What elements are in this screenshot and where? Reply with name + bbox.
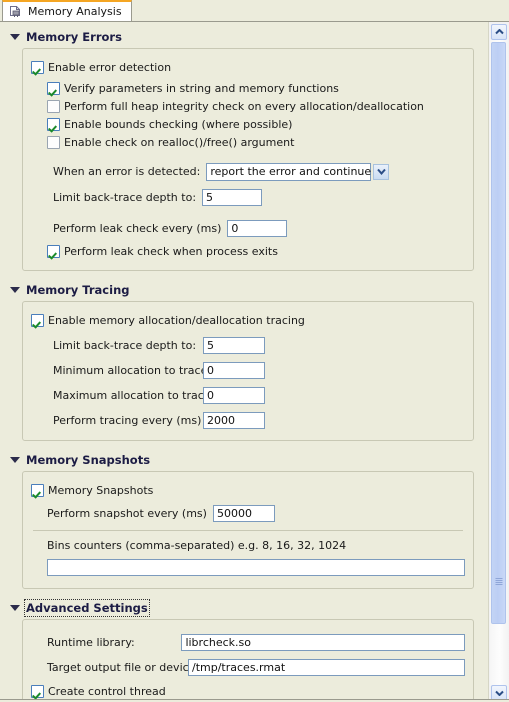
label-leak-check-every: Perform leak check every (ms) [53,222,222,235]
label-tracing-backtrace-depth: Limit back-trace depth to: [53,339,197,352]
row-tracing-backtrace-depth[interactable]: Limit back-trace depth to: 5 [31,335,465,356]
row-bins-input[interactable] [31,557,465,578]
checkbox-enable-snapshots[interactable] [31,483,44,497]
memory-analysis-icon [9,5,23,18]
row-realloc-free-check[interactable]: Enable check on realloc()/free() argumen… [31,133,465,151]
twisty-down-icon[interactable] [10,34,20,40]
checkbox-leak-check-exit[interactable] [47,244,60,258]
row-backtrace-depth[interactable]: Limit back-trace depth to: 5 [31,187,465,208]
vertical-scrollbar[interactable] [488,22,509,702]
row-verify-parameters[interactable]: Verify parameters in string and memory f… [31,79,465,97]
checkbox-verify-parameters[interactable] [47,81,60,95]
input-leak-check-every[interactable]: 0 [227,220,288,237]
divider [33,530,463,531]
row-tracing-every[interactable]: Perform tracing every (ms) 2000 [31,410,465,431]
label-enable-error-detection: Enable error detection [48,60,172,74]
group-advanced-settings: Runtime library: librcheck.so Target out… [22,619,474,702]
row-target-output[interactable]: Target output file or device: /tmp/trace… [31,657,465,678]
input-tracing-backtrace-depth[interactable]: 5 [203,337,265,354]
input-min-allocation[interactable]: 0 [203,362,265,379]
row-min-allocation[interactable]: Minimum allocation to trace: 0 [31,360,465,381]
select-on-error-action-value: report the error and continue [210,165,372,178]
label-on-error-action: When an error is detected: [53,165,201,178]
tab-label: Memory Analysis [28,5,122,18]
checkbox-enable-error-detection[interactable] [31,60,44,74]
checkbox-full-heap-integrity[interactable] [47,99,60,113]
input-target-output[interactable]: /tmp/traces.rmat [188,659,465,676]
twisty-down-icon[interactable] [10,457,20,463]
input-backtrace-depth[interactable]: 5 [202,189,263,206]
row-snapshot-every[interactable]: Perform snapshot every (ms) 50000 [31,503,465,524]
section-title-memory-snapshots: Memory Snapshots [26,452,151,467]
checkbox-bounds-checking[interactable] [47,117,60,131]
row-full-heap-integrity[interactable]: Perform full heap integrity check on eve… [31,97,465,115]
input-bins-counters[interactable] [47,559,465,576]
input-runtime-library[interactable]: librcheck.so [181,634,465,651]
label-bounds-checking: Enable bounds checking (where possible) [64,117,293,131]
row-max-allocation[interactable]: Maximum allocation to trace: 0 [31,385,465,406]
section-header-memory-tracing[interactable]: Memory Tracing [10,281,488,298]
label-verify-parameters: Verify parameters in string and memory f… [64,81,339,95]
label-full-heap-integrity: Perform full heap integrity check on eve… [64,99,424,113]
group-memory-errors: Enable error detection Verify parameters… [22,48,474,271]
scroll-up-button[interactable] [491,24,507,40]
row-bounds-checking[interactable]: Enable bounds checking (where possible) [31,115,465,133]
row-create-control-thread[interactable]: Create control thread [31,682,465,700]
section-title-memory-errors: Memory Errors [26,29,122,44]
twisty-down-icon[interactable] [10,287,20,293]
label-max-allocation: Maximum allocation to trace: [53,389,215,402]
twisty-down-icon[interactable] [10,605,20,611]
section-header-memory-errors[interactable]: Memory Errors [10,28,488,45]
settings-content: Memory Errors Enable error detection Ver… [0,21,509,702]
row-enable-error-detection[interactable]: Enable error detection [31,58,465,76]
label-leak-check-exit: Perform leak check when process exits [64,244,278,258]
label-runtime-library: Runtime library: [47,636,135,649]
checkbox-realloc-free-check[interactable] [47,135,60,149]
select-on-error-action[interactable]: report the error and continue [206,162,390,181]
row-leak-check-exit[interactable]: Perform leak check when process exits [31,242,465,260]
input-tracing-every[interactable]: 2000 [203,412,265,429]
label-backtrace-depth: Limit back-trace depth to: [53,191,197,204]
scrollbar-grip-icon [495,578,502,585]
memory-analysis-window: Memory Analysis Memory Errors Enable err… [0,0,509,702]
checkbox-enable-tracing[interactable] [31,313,44,327]
tab-memory-analysis[interactable]: Memory Analysis [2,0,132,21]
section-header-memory-snapshots[interactable]: Memory Snapshots [10,451,488,468]
label-realloc-free-check: Enable check on realloc()/free() argumen… [64,135,295,149]
row-on-error-action[interactable]: When an error is detected: report the er… [31,161,465,182]
section-header-advanced-settings[interactable]: Advanced Settings [10,598,488,617]
section-title-memory-tracing: Memory Tracing [26,282,130,297]
chevron-down-icon[interactable] [373,163,390,180]
input-snapshot-every[interactable]: 50000 [212,505,275,522]
row-leak-check-every[interactable]: Perform leak check every (ms) 0 [31,218,465,239]
input-max-allocation[interactable]: 0 [203,387,265,404]
label-bins-counters: Bins counters (comma-separated) e.g. 8, … [47,538,347,552]
section-title-advanced-settings: Advanced Settings [24,598,150,617]
row-runtime-library[interactable]: Runtime library: librcheck.so [31,632,465,653]
scrollbar-thumb[interactable] [491,42,506,624]
tab-bar: Memory Analysis [0,0,509,21]
label-min-allocation: Minimum allocation to trace: [53,364,212,377]
row-enable-snapshots[interactable]: Memory Snapshots [31,481,465,499]
label-create-control-thread: Create control thread [48,684,166,698]
label-tracing-every: Perform tracing every (ms) [53,414,202,427]
label-target-output: Target output file or device: [47,661,200,674]
group-memory-tracing: Enable memory allocation/deallocation tr… [22,301,474,441]
checkbox-create-control-thread[interactable] [31,684,44,698]
settings-scroll-pane: Memory Errors Enable error detection Ver… [0,22,488,702]
row-enable-tracing[interactable]: Enable memory allocation/deallocation tr… [31,311,465,329]
row-bins-label: Bins counters (comma-separated) e.g. 8, … [31,536,465,554]
label-enable-tracing: Enable memory allocation/deallocation tr… [48,313,305,327]
group-memory-snapshots: Memory Snapshots Perform snapshot every … [22,471,474,589]
label-enable-snapshots: Memory Snapshots [48,483,154,497]
label-snapshot-every: Perform snapshot every (ms) [47,507,207,520]
